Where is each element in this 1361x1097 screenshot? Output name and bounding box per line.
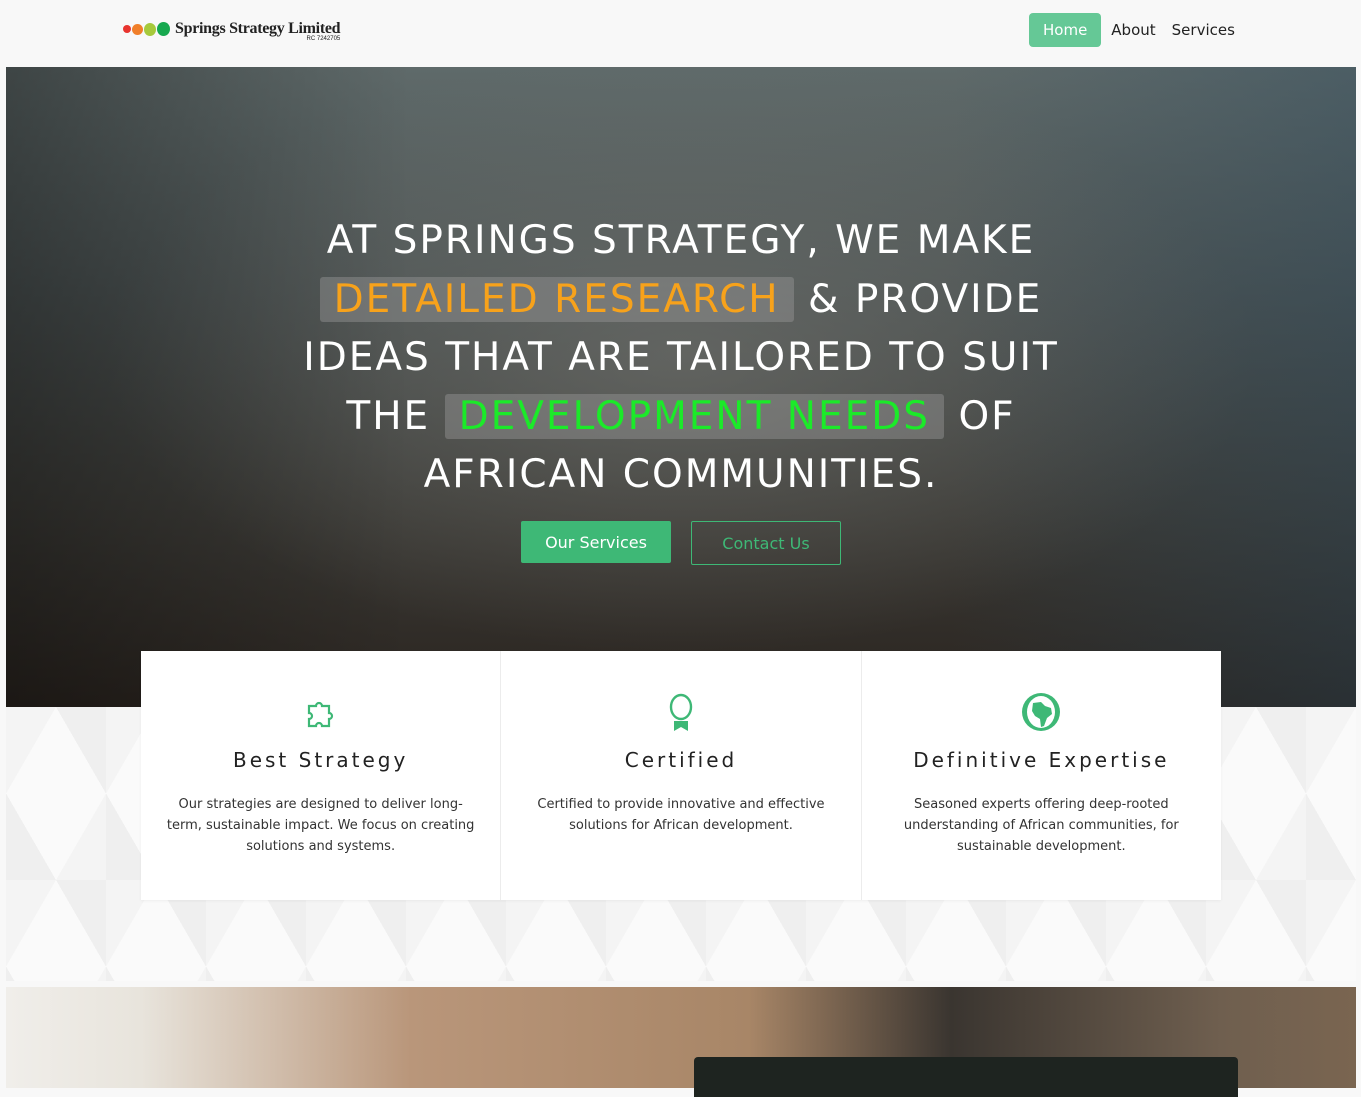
feature-text: Our strategies are designed to deliver l… — [166, 797, 475, 854]
logo-dot-orange — [132, 23, 143, 35]
nav-services[interactable]: Services — [1164, 13, 1243, 47]
our-services-button[interactable]: Our Services — [521, 521, 671, 563]
puzzle-icon — [307, 701, 333, 728]
feature-title: Best Strategy — [232, 748, 409, 772]
feature-text: Certified to provide innovative and effe… — [537, 797, 825, 833]
headline-text: & PROVIDE — [793, 276, 1043, 322]
feature-title: Certified — [624, 748, 738, 772]
logo-dot-red — [123, 25, 131, 33]
logo-dot-lime — [144, 22, 156, 36]
headline-line: DETAILED RESEARCH & PROVIDE — [6, 271, 1356, 330]
headline-text: OF — [944, 393, 1016, 439]
about-image-section — [6, 987, 1356, 1097]
feature-card: Definitive Expertise Seasoned experts of… — [862, 651, 1221, 900]
rc-number: RC 7242705 — [306, 36, 341, 42]
feature-card: Best Strategy Our strategies are designe… — [141, 651, 502, 900]
brand-name: Springs Strategy Limited RC 7242705 — [175, 20, 341, 42]
nav-about[interactable]: About — [1103, 13, 1163, 47]
award-icon — [669, 693, 693, 731]
navbar: Springs Strategy Limited RC 7242705 Home … — [0, 0, 1361, 67]
logo-dot-green — [157, 22, 170, 36]
highlight-development: DEVELOPMENT NEEDS — [444, 393, 945, 439]
dark-panel — [694, 1057, 1238, 1097]
features: Best Strategy Our strategies are designe… — [141, 651, 1221, 900]
headline-line: AFRICAN COMMUNITIES. — [423, 452, 939, 497]
logo[interactable]: Springs Strategy Limited RC 7242705 — [123, 20, 341, 42]
main-menu: Home About Services — [1029, 13, 1243, 47]
highlight-research: DETAILED RESEARCH — [319, 276, 794, 322]
contact-us-button[interactable]: Contact Us — [691, 521, 841, 565]
feature-text: Seasoned experts offering deep-rooted un… — [903, 797, 1179, 854]
hero-section: AT SPRINGS STRATEGY, WE MAKE DETAILED RE… — [6, 67, 1356, 707]
headline-line: THE DEVELOPMENT NEEDS OF — [6, 388, 1356, 447]
headline-line: IDEAS THAT ARE TAILORED TO SUIT — [303, 335, 1059, 380]
feature-title: Definitive Expertise — [913, 748, 1170, 772]
headline-text: THE — [346, 393, 445, 439]
headline-line: AT SPRINGS STRATEGY, WE MAKE — [326, 218, 1036, 263]
nav-home[interactable]: Home — [1029, 13, 1102, 47]
feature-card: Certified Certified to provide innovativ… — [501, 651, 862, 900]
globe-africa-icon — [1022, 693, 1061, 731]
hero-headline: AT SPRINGS STRATEGY, WE MAKE DETAILED RE… — [6, 212, 1356, 505]
